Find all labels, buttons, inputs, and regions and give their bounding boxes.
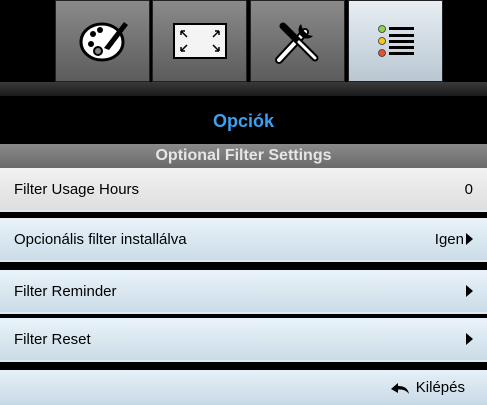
row-label: Filter Reminder [14,282,117,300]
row-label: Filter Reset [14,330,91,348]
filter-hours-value: 0 [464,180,473,198]
row-filter-usage-hours[interactable]: Filter Usage Hours 0 [0,168,487,212]
screen-resize-icon [172,23,227,59]
row-value: Igen [435,231,473,248]
row-value [464,285,473,297]
back-arrow-icon [390,382,409,394]
row-label: Filter Usage Hours [14,180,140,198]
tab-options[interactable] [348,0,443,82]
exit-button[interactable]: Kilépés [390,379,465,396]
row-optional-filter-installed[interactable]: Opcionális filter installálva Igen [0,218,487,262]
tab-display[interactable] [55,0,150,82]
menu-title: Opciók [212,111,274,131]
row-filter-reminder[interactable]: Filter Reminder [0,270,487,314]
options-list-icon [377,25,414,57]
submenu-title: Optional Filter Settings [155,147,332,164]
submenu-title-bar: Optional Filter Settings [0,144,487,168]
row-label: Opcionális filter installálva [14,230,187,248]
menu-title-bar: Opciók [0,96,487,144]
tab-screen[interactable] [152,0,247,82]
row-value: 0 [465,181,473,198]
chevron-right-icon [466,333,473,345]
setup-tools-icon [274,22,318,64]
tab-setup[interactable] [250,0,345,82]
chevron-right-icon [466,285,473,297]
tab-shelf [0,82,487,96]
filter-installed-value: Igen [434,230,464,248]
exit-label: Kilépés [415,379,465,396]
footer-bar: Kilépés [0,370,487,405]
display-palette-icon [79,22,128,62]
menu-tab-bar [0,0,487,96]
chevron-right-icon [466,233,473,245]
row-value [464,333,473,345]
row-filter-reset[interactable]: Filter Reset [0,318,487,362]
